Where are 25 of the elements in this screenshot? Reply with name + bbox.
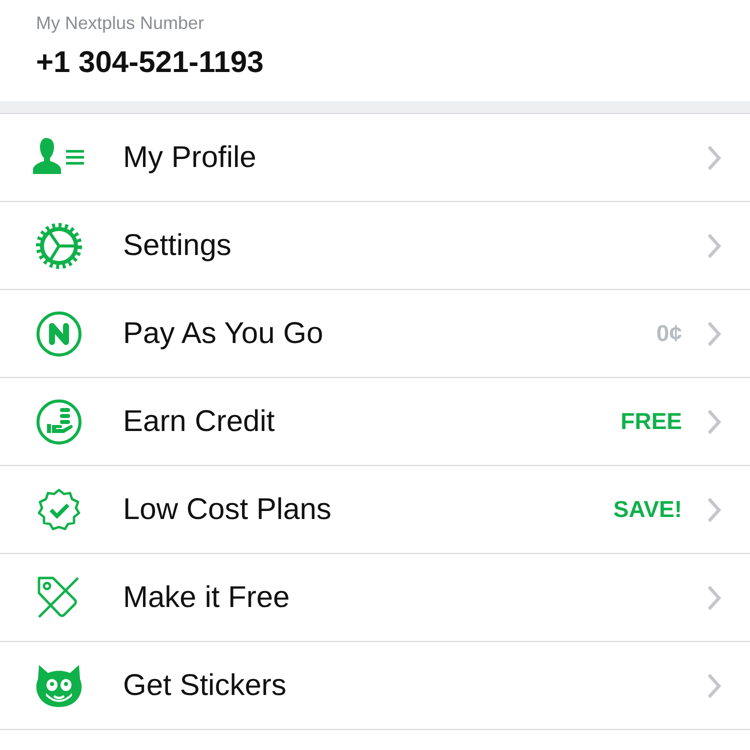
status-label: SAVE! [613, 496, 682, 523]
phone-number: +1 304-521-1193 [36, 46, 265, 80]
menu-label: Pay As You Go [123, 316, 324, 350]
chevron-right-icon [706, 232, 722, 258]
coin-n-icon [36, 310, 82, 356]
menu-label: Get Stickers [123, 668, 288, 702]
gear-icon [34, 220, 84, 270]
chevron-right-icon [706, 144, 722, 170]
status-label: FREE [620, 408, 682, 435]
status-label: 0¢ [656, 320, 682, 347]
chevron-right-icon [706, 320, 722, 346]
chevron-right-icon [706, 584, 722, 610]
menu-label: Earn Credit [123, 404, 276, 438]
chevron-right-icon [706, 672, 722, 698]
cat-face-icon [36, 662, 82, 708]
menu-label: Settings [123, 228, 232, 262]
chevron-right-icon [706, 496, 722, 522]
chevron-right-icon [706, 408, 722, 434]
menu-label: Low Cost Plans [123, 492, 332, 526]
number-label: My Nextplus Number [36, 13, 206, 34]
coins-hand-icon [36, 398, 82, 444]
menu-label: Make it Free [123, 580, 291, 614]
tag-crossed-icon [36, 574, 82, 620]
badge-check-icon [36, 486, 82, 532]
menu-label: My Profile [123, 140, 258, 174]
